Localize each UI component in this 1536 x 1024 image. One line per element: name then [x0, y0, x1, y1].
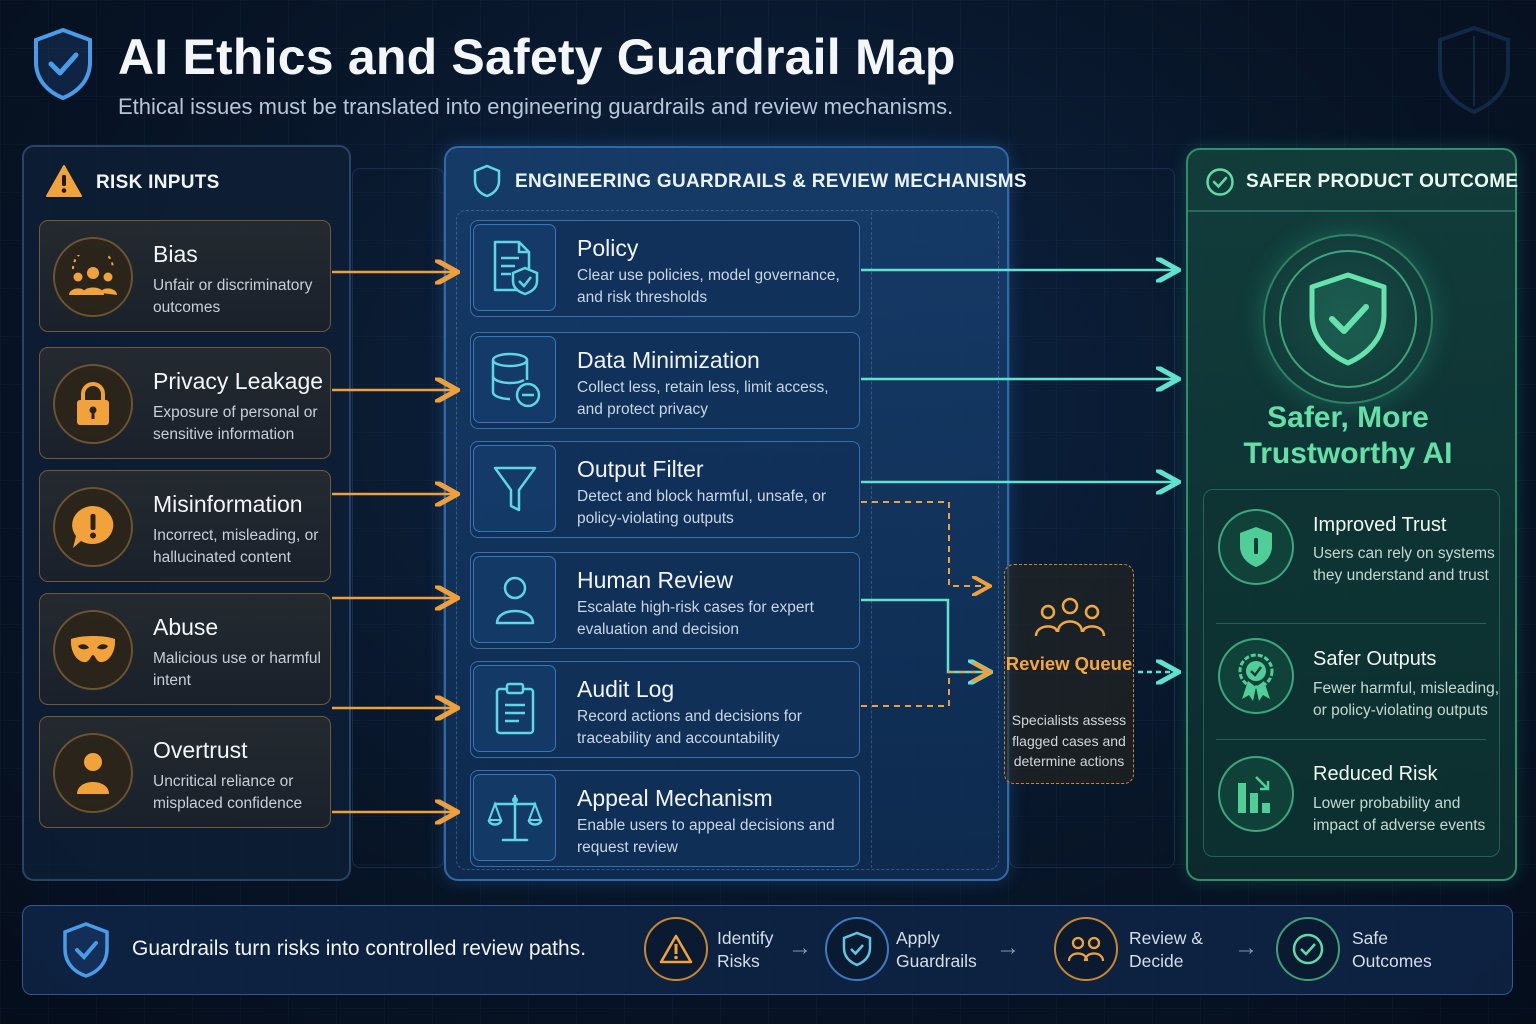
guardrail-card-output-filter[interactable]: Output Filter Detect and block harmful, … [470, 441, 860, 538]
risk-card-privacy-leakage[interactable]: Privacy Leakage Exposure of personal or … [39, 347, 331, 459]
warning-icon [46, 165, 82, 197]
risk-title: Abuse [153, 614, 219, 640]
step-identify-risks[interactable] [644, 917, 708, 981]
clipboard-icon [473, 665, 556, 752]
step-apply-guardrails[interactable] [825, 917, 889, 981]
risk-card-abuse[interactable]: Abuse Malicious use or harmful intent [39, 593, 331, 705]
decorative-shield-icon [1438, 25, 1510, 115]
review-queue-title: Review Queue [1005, 653, 1133, 674]
guardrail-title: Policy [577, 235, 639, 261]
shield-icon [473, 164, 501, 198]
step-arrow-icon: → [1234, 934, 1258, 961]
shield-check-icon [842, 931, 872, 967]
risk-card-bias[interactable]: Bias Unfair or discriminatory outcomes [39, 220, 331, 332]
step-safe-outcomes[interactable] [1276, 917, 1340, 981]
mask-icon [53, 610, 133, 690]
outcome-separator [1216, 623, 1486, 624]
database-minus-icon [473, 336, 556, 423]
shield-check-icon [63, 922, 109, 978]
outcome-item-safer-outputs[interactable] [1218, 638, 1294, 714]
guardrail-description: Collect less, retain less, limit access,… [577, 379, 829, 418]
people-group-icon [53, 237, 133, 317]
scales-icon [473, 774, 556, 861]
step-label: Review & Decide [1129, 928, 1203, 971]
guardrail-title: Audit Log [577, 676, 675, 702]
person-outline-icon [473, 556, 556, 643]
guardrail-title: Data Minimization [577, 347, 760, 373]
risk-description: Exposure of personal or sensitive inform… [153, 404, 318, 443]
alert-bubble-icon [53, 487, 133, 567]
funnel-icon [473, 445, 556, 532]
guardrail-card-data-minimization[interactable]: Data Minimization Collect less, retain l… [470, 332, 860, 429]
warning-icon [659, 934, 693, 964]
check-circle-icon [1292, 933, 1324, 965]
shield-check-icon [1279, 250, 1417, 388]
connector-zone-left [352, 168, 444, 868]
padlock-icon [53, 364, 133, 444]
step-label: Safe Outcomes [1352, 928, 1432, 971]
policy-document-icon [473, 224, 556, 311]
outcome-heading: SAFER PRODUCT OUTCOME [1246, 171, 1519, 192]
outcome-item-title: Reduced Risk [1313, 763, 1438, 785]
step-review-decide[interactable] [1054, 917, 1118, 981]
step-arrow-icon: → [996, 934, 1020, 961]
trust-shield-icon [1218, 509, 1294, 585]
risk-description: Incorrect, misleading, or hallucinated c… [153, 527, 319, 566]
shield-check-logo-icon [34, 27, 92, 101]
guardrail-card-appeal-mechanism[interactable]: Appeal Mechanism Enable users to appeal … [470, 770, 860, 867]
outcome-item-improved-trust[interactable] [1218, 509, 1294, 585]
outcome-item-title: Improved Trust [1313, 514, 1447, 536]
guardrail-card-human-review[interactable]: Human Review Escalate high-risk cases fo… [470, 552, 860, 649]
step-arrow-icon: → [788, 934, 812, 961]
step-label: Identify Risks [717, 928, 774, 971]
risk-title: Bias [153, 241, 198, 267]
risk-description: Malicious use or harmful intent [153, 650, 321, 689]
team-icon [1034, 597, 1106, 637]
guardrails-heading: ENGINEERING GUARDRAILS & REVIEW MECHANIS… [515, 171, 1027, 192]
outcome-item-title: Safer Outputs [1313, 648, 1437, 670]
guardrail-description: Record actions and decisions for traceab… [577, 708, 802, 747]
risk-card-misinformation[interactable]: Misinformation Incorrect, misleading, or… [39, 470, 331, 582]
risk-title: Overtrust [153, 737, 248, 763]
risk-title: Privacy Leakage [153, 368, 324, 394]
check-circle-icon [1206, 168, 1234, 196]
risk-title: Misinformation [153, 491, 303, 517]
outcome-item-description: Users can rely on systems they understan… [1313, 545, 1495, 584]
award-badge-icon [1218, 638, 1294, 714]
guardrail-description: Escalate high-risk cases for expert eval… [577, 599, 814, 638]
review-queue-description: Specialists assess flagged cases and det… [1011, 712, 1127, 769]
risk-card-overtrust[interactable]: Overtrust Uncritical reliance or misplac… [39, 716, 331, 828]
page-title: AI Ethics and Safety Guardrail Map [118, 29, 956, 85]
person-icon [53, 733, 133, 813]
risk-description: Unfair or discriminatory outcomes [153, 277, 313, 316]
team-icon [1067, 936, 1105, 962]
risk-inputs-heading: RISK INPUTS [96, 172, 220, 193]
outcome-separator [1216, 739, 1486, 740]
guardrail-card-policy[interactable]: Policy Clear use policies, model governa… [470, 220, 860, 317]
bar-chart-down-icon [1218, 756, 1294, 832]
bottom-message: Guardrails turn risks into controlled re… [132, 937, 587, 960]
guardrail-description: Clear use policies, model governance, an… [577, 267, 840, 306]
outcome-heading-divider [1188, 210, 1515, 212]
guardrail-description: Detect and block harmful, unsafe, or pol… [577, 488, 826, 527]
guardrail-description: Enable users to appeal decisions and req… [577, 817, 835, 856]
page-subtitle: Ethical issues must be translated into e… [118, 94, 954, 119]
outcome-item-description: Fewer harmful, misleading, or policy-vio… [1313, 680, 1500, 719]
risk-description: Uncritical reliance or misplaced confide… [153, 773, 303, 812]
outcome-item-reduced-risk[interactable] [1218, 756, 1294, 832]
guardrails-divider [871, 212, 872, 868]
guardrail-title: Appeal Mechanism [577, 785, 773, 811]
guardrail-title: Human Review [577, 567, 733, 593]
outcome-main-text: Safer, More Trustworthy AI [1243, 401, 1453, 470]
guardrail-card-audit-log[interactable]: Audit Log Record actions and decisions f… [470, 661, 860, 758]
step-label: Apply Guardrails [896, 928, 977, 971]
outcome-item-description: Lower probability and impact of adverse … [1313, 795, 1486, 834]
guardrail-title: Output Filter [577, 456, 704, 482]
